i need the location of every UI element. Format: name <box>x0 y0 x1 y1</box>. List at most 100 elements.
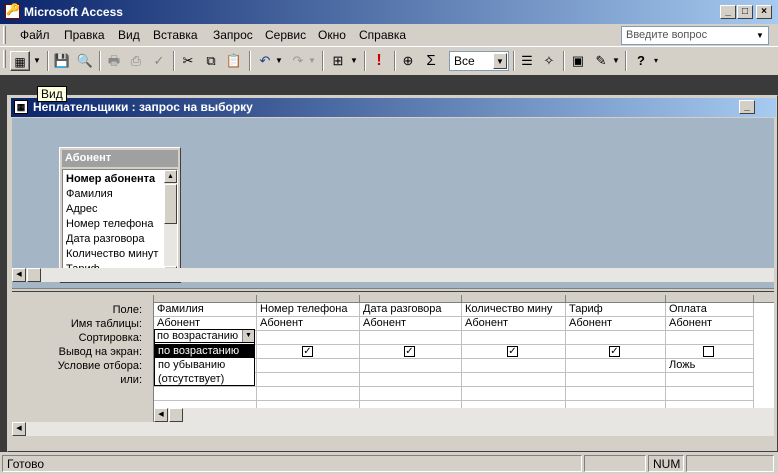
grid-show-cell[interactable]: ✓ <box>566 345 665 359</box>
close-button[interactable]: × <box>756 5 772 19</box>
grid-extra-cell[interactable] <box>257 387 359 401</box>
column-selector[interactable] <box>666 295 754 303</box>
grid-or-cell[interactable] <box>360 373 461 387</box>
copy-icon[interactable]: ⧉ <box>201 51 221 71</box>
grid-field-cell[interactable]: Оплата <box>666 303 753 317</box>
grid-extra-cell[interactable] <box>154 387 256 401</box>
window-hscrollbar[interactable]: ◀ <box>12 422 774 436</box>
scroll-left-icon[interactable]: ◀ <box>12 422 26 436</box>
grid-sort-cell[interactable] <box>257 331 359 345</box>
query-type-icon[interactable]: ⊞ <box>328 51 348 71</box>
menu-insert[interactable]: Вставка <box>153 28 198 42</box>
grid-field-cell[interactable]: Количество мину <box>462 303 565 317</box>
scroll-left-icon[interactable]: ◀ <box>154 408 168 422</box>
scroll-thumb[interactable] <box>164 184 177 224</box>
grid-sort-cell[interactable] <box>360 331 461 345</box>
menu-grip[interactable] <box>3 26 6 44</box>
grid-criteria-cell[interactable]: Ложь <box>666 359 753 373</box>
grid-table-cell[interactable]: Абонент <box>666 317 753 331</box>
column-selector[interactable] <box>360 295 462 303</box>
grid-table-cell[interactable]: Абонент <box>566 317 665 331</box>
show-checkbox-unchecked[interactable] <box>703 346 714 357</box>
field-list-scrollbar[interactable]: ▲ ▼ <box>164 170 177 279</box>
column-selector[interactable] <box>154 295 257 303</box>
grid-show-cell[interactable]: ✓ <box>360 345 461 359</box>
grid-table-cell[interactable]: Абонент <box>462 317 565 331</box>
totals-icon[interactable]: Σ <box>421 51 441 71</box>
grid-criteria-cell[interactable] <box>566 359 665 373</box>
scroll-thumb[interactable] <box>27 268 41 282</box>
grid-sort-cell[interactable] <box>666 331 753 345</box>
table-pane-hscrollbar[interactable]: ◀ <box>12 268 774 282</box>
grid-field-cell[interactable]: Номер телефона <box>257 303 359 317</box>
grid-criteria-cell[interactable] <box>462 359 565 373</box>
new-object-icon[interactable]: ✎ <box>591 51 611 71</box>
menu-window[interactable]: Окно <box>318 28 346 42</box>
grid-or-cell[interactable] <box>666 373 753 387</box>
properties-icon[interactable]: ☰ <box>517 51 537 71</box>
spelling-icon[interactable]: ✓ <box>149 51 169 71</box>
toolbar-options-chevron-icon[interactable]: ▾ <box>651 51 661 71</box>
menu-tools[interactable]: Сервис <box>265 28 306 42</box>
chevron-down-icon[interactable]: ▼ <box>493 53 507 69</box>
undo-dropdown-chevron-icon[interactable]: ▼ <box>274 51 284 71</box>
cut-icon[interactable]: ✂ <box>178 51 198 71</box>
new-object-dropdown-chevron-icon[interactable]: ▼ <box>611 51 621 71</box>
grid-sort-cell[interactable] <box>566 331 665 345</box>
field-item[interactable]: Номер абонента <box>66 173 155 185</box>
minimize-button[interactable]: _ <box>720 5 736 19</box>
maximize-button[interactable]: □ <box>737 5 753 19</box>
show-checkbox-checked[interactable]: ✓ <box>609 346 620 357</box>
menu-view[interactable]: Вид <box>118 28 140 42</box>
show-checkbox-checked[interactable]: ✓ <box>302 346 313 357</box>
grid-extra-cell[interactable] <box>462 387 565 401</box>
database-window-icon[interactable]: ▣ <box>568 51 588 71</box>
grid-extra-cell[interactable] <box>566 387 665 401</box>
grid-or-cell[interactable] <box>462 373 565 387</box>
show-checkbox-checked[interactable]: ✓ <box>507 346 518 357</box>
print-icon[interactable]: 🖶 <box>104 51 124 71</box>
chevron-down-icon[interactable]: ▼ <box>753 28 767 43</box>
menu-query[interactable]: Запрос <box>213 28 253 42</box>
scroll-thumb[interactable] <box>169 408 183 422</box>
grid-extra-cell[interactable] <box>666 387 753 401</box>
grid-sort-cell[interactable] <box>462 331 565 345</box>
column-selector[interactable] <box>462 295 566 303</box>
field-item[interactable]: Количество минут <box>66 248 158 260</box>
field-item[interactable]: Дата разговора <box>66 233 145 245</box>
grid-criteria-cell[interactable] <box>257 359 359 373</box>
grid-criteria-cell[interactable] <box>360 359 461 373</box>
grid-field-cell[interactable]: Тариф <box>566 303 665 317</box>
help-icon[interactable]: ? <box>631 51 651 71</box>
ask-question-box[interactable]: Введите вопрос ▼ <box>621 26 769 45</box>
column-selector[interactable] <box>754 295 774 303</box>
grid-extra-cell[interactable] <box>360 387 461 401</box>
grid-hscrollbar[interactable]: ◀ <box>154 408 774 422</box>
sort-option-ascending[interactable]: по возрастанию <box>155 344 254 358</box>
sort-option-none[interactable]: (отсутствует) <box>155 372 254 386</box>
query-minimize-button[interactable]: _ <box>739 100 755 114</box>
view-icon[interactable]: ▦ <box>10 51 30 71</box>
grid-field-cell[interactable]: Фамилия <box>154 303 256 317</box>
grid-field-cell[interactable]: Дата разговора <box>360 303 461 317</box>
field-list-abonent[interactable]: Абонент Номер абонента Фамилия Адрес Ном… <box>59 147 181 283</box>
print-preview-icon[interactable]: ⎙ <box>126 51 146 71</box>
show-table-icon[interactable]: ⊕ <box>398 51 418 71</box>
redo-icon[interactable]: ↷ <box>288 51 308 71</box>
scroll-left-icon[interactable]: ◀ <box>12 268 26 282</box>
menu-edit[interactable]: Правка <box>64 28 105 42</box>
sort-combo[interactable]: по возрастанию ▼ <box>154 329 255 343</box>
save-icon[interactable]: 💾 <box>52 51 72 71</box>
grid-or-cell[interactable] <box>566 373 665 387</box>
field-item[interactable]: Фамилия <box>66 188 113 200</box>
column-selector[interactable] <box>566 295 666 303</box>
sort-option-descending[interactable]: по убыванию <box>155 358 254 372</box>
top-values-combo[interactable]: Все ▼ <box>449 51 509 71</box>
view-dropdown-chevron-icon[interactable]: ▼ <box>31 51 43 71</box>
field-item[interactable]: Адрес <box>66 203 98 215</box>
toolbar-grip[interactable] <box>3 50 6 68</box>
paste-icon[interactable]: 📋 <box>224 51 244 71</box>
search-icon[interactable]: 🔍 <box>75 51 95 71</box>
scroll-up-icon[interactable]: ▲ <box>164 170 177 183</box>
chevron-down-icon[interactable]: ▼ <box>242 330 254 342</box>
